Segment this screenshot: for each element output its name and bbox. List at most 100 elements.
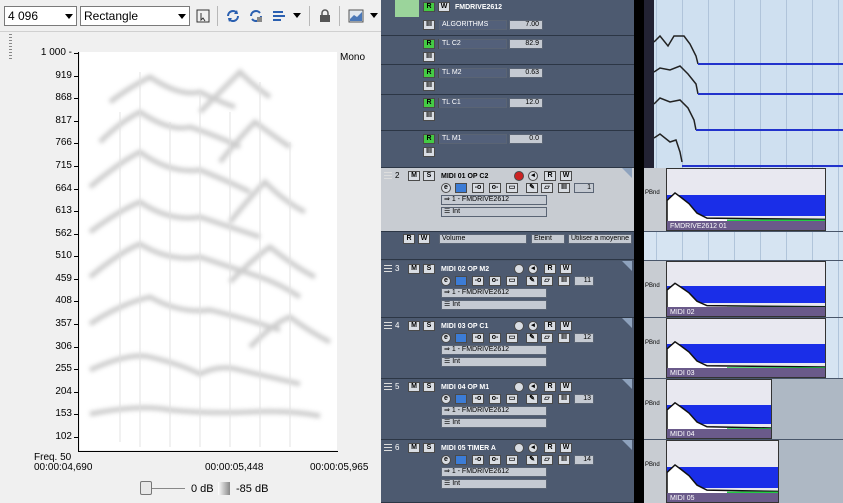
cursor-tool-icon[interactable]	[193, 6, 213, 26]
fft-size-select[interactable]: 4 096	[4, 6, 77, 26]
track-arrange-lane[interactable]: PBnd MIDI 05	[644, 440, 843, 503]
read-button[interactable]: R	[544, 321, 556, 331]
track-arrange-lane[interactable]: PBnd MIDI 04	[644, 379, 843, 439]
lane-icon[interactable]: -o	[472, 394, 484, 404]
mute-button[interactable]: M	[408, 321, 420, 331]
read-button[interactable]: R	[544, 171, 556, 181]
midi-channel-field[interactable]: 14	[574, 455, 594, 465]
channel-icon[interactable]: III	[558, 394, 570, 404]
read-button[interactable]: R	[544, 264, 556, 274]
input-routing-field[interactable]: ☰ Int	[441, 300, 547, 310]
volume-param-field[interactable]: Volume	[439, 234, 527, 244]
midi-clip[interactable]: MIDI 02	[666, 261, 826, 317]
settings-arrows-icon[interactable]	[269, 6, 289, 26]
input-monitor-icon[interactable]	[455, 455, 467, 465]
write-button[interactable]: W	[560, 264, 572, 274]
output-routing-field[interactable]: ⇒ 1 - FMDRIVE2612	[441, 345, 547, 355]
automation-param-field[interactable]: TL C1	[439, 98, 507, 108]
input-monitor-icon[interactable]	[455, 183, 467, 193]
channel-icon[interactable]: III	[558, 276, 570, 286]
input-monitor-icon[interactable]	[455, 276, 467, 286]
read-button[interactable]: R	[423, 2, 435, 12]
link-icon[interactable]: o-	[489, 333, 501, 343]
write-button[interactable]: W	[438, 2, 450, 12]
automation-param-field[interactable]: TL M2	[439, 68, 507, 78]
automation-value-field[interactable]: 0.0	[509, 134, 543, 144]
automation-value-field[interactable]: 7.00	[509, 20, 543, 30]
spectrogram-plot[interactable]	[80, 52, 337, 450]
write-button[interactable]: W	[560, 171, 572, 181]
volume-state-field[interactable]: Eteint	[531, 234, 565, 244]
solo-button[interactable]: S	[423, 443, 435, 453]
track-arrange-lane[interactable]: PBnd MIDI 03	[644, 318, 843, 378]
folder-icon[interactable]: ▱	[541, 333, 553, 343]
midi-channel-field[interactable]: 11	[574, 276, 594, 286]
write-button[interactable]: W	[560, 443, 572, 453]
midi-clip[interactable]: FMDRIVE2612 01	[666, 168, 826, 231]
write-button[interactable]: W	[560, 321, 572, 331]
input-routing-field[interactable]: ☰ Int	[441, 357, 547, 367]
track-arrange-lane[interactable]: PBnd MIDI 02	[644, 261, 843, 317]
monitor-icon[interactable]: ◂	[528, 443, 538, 453]
read-button[interactable]: R	[423, 98, 435, 108]
input-monitor-icon[interactable]	[455, 333, 467, 343]
link-icon[interactable]: o-	[489, 183, 501, 193]
display-dropdown[interactable]	[368, 10, 380, 22]
folder-icon[interactable]: ▱	[541, 394, 553, 404]
channel-icon[interactable]: III	[558, 183, 570, 193]
read-button[interactable]: R	[423, 68, 435, 78]
freeze-icon[interactable]: ▭	[506, 455, 518, 465]
midi-channel-field[interactable]: 13	[574, 394, 594, 404]
lane-icon[interactable]: -o	[472, 333, 484, 343]
midi-channel-field[interactable]: 1	[574, 183, 594, 193]
midi-clip[interactable]: MIDI 03	[666, 318, 826, 378]
mute-button[interactable]: M	[408, 171, 420, 181]
mute-button[interactable]: M	[408, 382, 420, 392]
mute-lane-button[interactable]: III	[423, 111, 435, 121]
lane-icon[interactable]: -o	[472, 183, 484, 193]
edit-icon[interactable]: e	[441, 183, 451, 193]
mute-button[interactable]: M	[408, 443, 420, 453]
range-slider-thumb[interactable]	[140, 481, 152, 495]
automation-value-field[interactable]: 0.63	[509, 68, 543, 78]
write-button[interactable]: W	[560, 382, 572, 392]
edit-icon[interactable]: e	[441, 276, 451, 286]
read-button[interactable]: R	[423, 134, 435, 144]
folder-icon[interactable]: ▱	[541, 455, 553, 465]
record-enable-icon[interactable]	[514, 171, 524, 181]
freeze-icon[interactable]: ▭	[506, 394, 518, 404]
folder-icon[interactable]: ▱	[541, 276, 553, 286]
monitor-icon[interactable]: ◂	[528, 171, 538, 181]
mute-lane-button[interactable]: III	[423, 81, 435, 91]
track-arrange-lane[interactable]: PBnd FMDRIVE2612 01	[644, 168, 843, 231]
edit-icon[interactable]: e	[441, 455, 451, 465]
pencil-icon[interactable]: ✎	[526, 276, 538, 286]
read-button[interactable]: R	[544, 382, 556, 392]
monitor-icon[interactable]: ◂	[528, 321, 538, 331]
monitor-icon[interactable]: ◂	[528, 264, 538, 274]
mute-lane-button[interactable]: III	[423, 20, 435, 30]
freeze-icon[interactable]: ▭	[506, 333, 518, 343]
freeze-icon[interactable]: ▭	[506, 183, 518, 193]
record-enable-icon[interactable]	[514, 321, 524, 331]
link-icon[interactable]: o-	[489, 394, 501, 404]
midi-clip[interactable]: MIDI 05	[666, 440, 779, 503]
automation-value-field[interactable]: 82.9	[509, 39, 543, 49]
output-routing-field[interactable]: ⇒ 1 - FMDRIVE2612	[441, 288, 547, 298]
edit-icon[interactable]: e	[441, 394, 451, 404]
input-routing-field[interactable]: ☰ Int	[441, 418, 547, 428]
lane-icon[interactable]: -o	[472, 276, 484, 286]
midi-track-4[interactable]: 4 M S MIDI 03 OP C1 ◂ R We -o o- ▭ ✎ ▱ III 12 ⇒ 1 - FM…	[381, 318, 634, 379]
options-dropdown[interactable]	[291, 10, 303, 22]
read-button[interactable]: R	[403, 234, 415, 244]
read-button[interactable]: R	[544, 443, 556, 453]
automation-arrange-area[interactable]	[644, 0, 843, 168]
input-routing-field[interactable]: ☰ Int	[441, 207, 547, 217]
refresh-icon[interactable]	[223, 6, 243, 26]
channel-icon[interactable]: III	[558, 455, 570, 465]
automation-param-field[interactable]: ALGORITHMS	[439, 20, 507, 30]
midi-track-5[interactable]: 5 M S MIDI 04 OP M1 ◂ R We -o o- ▭ ✎ ▱ III 13 ⇒ 1 - FM…	[381, 379, 634, 440]
lane-icon[interactable]: -o	[472, 455, 484, 465]
pencil-icon[interactable]: ✎	[526, 455, 538, 465]
solo-button[interactable]: S	[423, 171, 435, 181]
